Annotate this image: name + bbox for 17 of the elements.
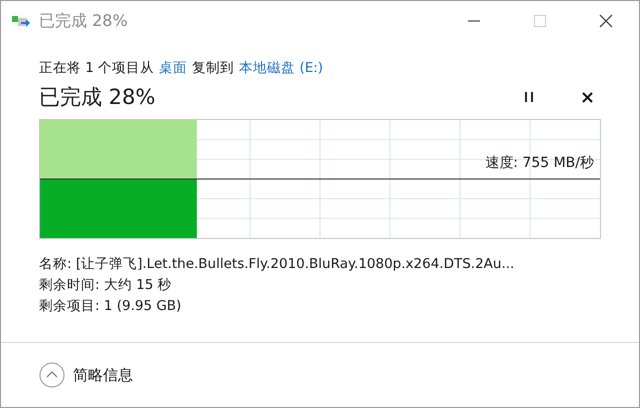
chevron-up-icon — [39, 362, 65, 388]
speed-label: 速度: 755 MB/秒 — [485, 154, 594, 172]
copy-icon — [11, 13, 31, 29]
folder-link[interactable]: 本地磁盘 (E:) — [239, 59, 324, 77]
folder-link[interactable]: 桌面 — [159, 59, 188, 77]
window-title: 已完成 28% — [39, 10, 129, 32]
copy-message: 复制到 — [192, 59, 234, 77]
detail-text: 剩余项目: 1 (9.95 GB) — [39, 297, 182, 315]
detail-text: 名称: [让子弹飞].Let.the.Bullets.Fly.2010.BluRay.1080p.x264.DTS.2Au... — [39, 255, 516, 273]
close-icon — [582, 92, 592, 102]
details-toggle[interactable]: 简略信息 — [39, 362, 133, 388]
pause-icon — [525, 92, 533, 102]
detail-text: 剩余时间: 大约 15 秒 — [39, 276, 173, 294]
close-icon — [599, 14, 613, 28]
progress-title: 已完成 28% — [39, 84, 156, 111]
maximize-icon — [534, 15, 546, 27]
copy-message: 正在将 1 个项目从 — [39, 59, 154, 77]
